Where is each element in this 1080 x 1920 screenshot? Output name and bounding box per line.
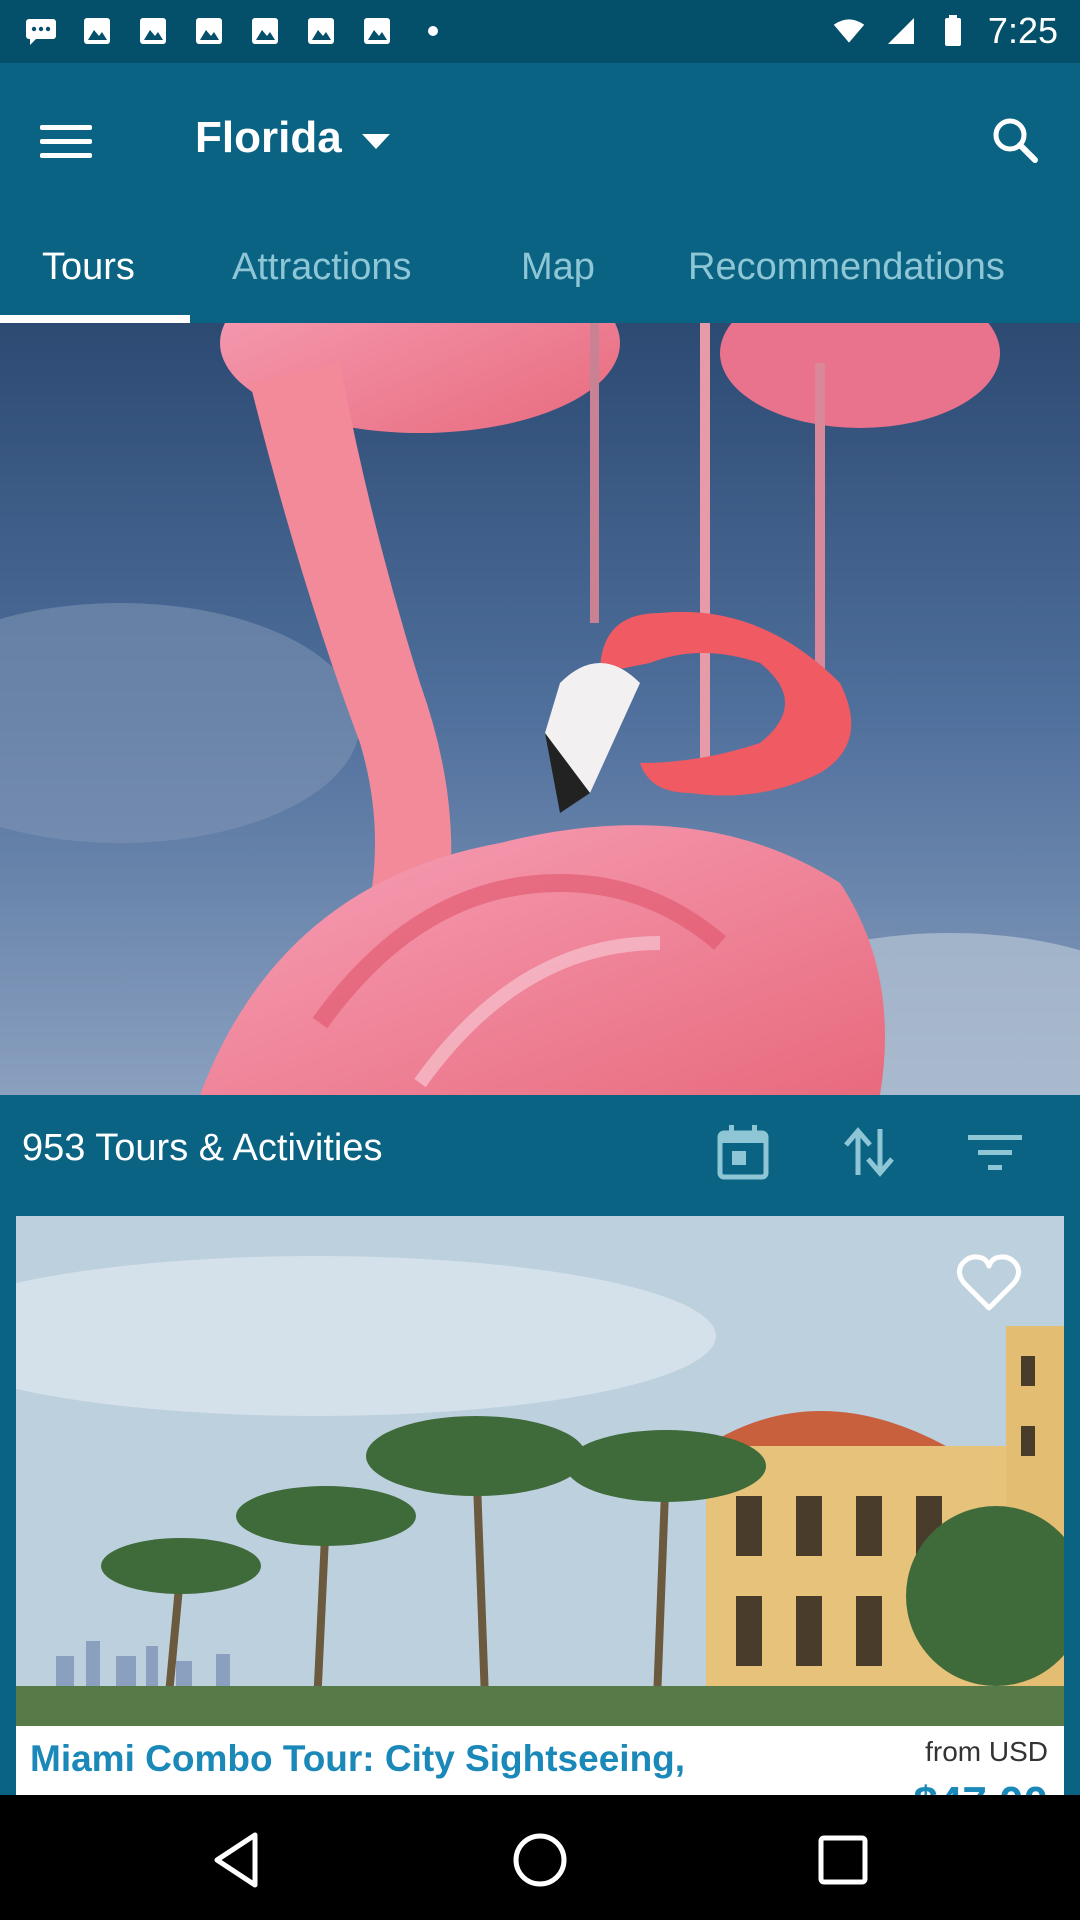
image-icon <box>136 14 170 48</box>
notification-icons <box>24 14 450 48</box>
image-icon <box>192 14 226 48</box>
tab-recommendations[interactable]: Recommendations <box>688 238 1005 323</box>
image-icon <box>248 14 282 48</box>
app-bar: Florida Tours Attractions Map Recommenda… <box>0 63 1080 323</box>
tab-bar: Tours Attractions Map Recommendations <box>0 238 1080 323</box>
location-label: Florida <box>195 113 342 162</box>
tour-list: Miami Combo Tour: City Sightseeing, from… <box>0 1210 1080 1795</box>
dropdown-caret-icon <box>361 133 390 149</box>
system-nav-bar <box>0 1795 1080 1920</box>
favorite-heart-icon[interactable] <box>954 1248 1024 1318</box>
system-status: 7:25 <box>832 10 1058 52</box>
tour-card[interactable]: Miami Combo Tour: City Sightseeing, from… <box>16 1216 1064 1795</box>
status-bar: 7:25 <box>0 0 1080 63</box>
status-time: 7:25 <box>987 10 1058 51</box>
image-icon <box>304 14 338 48</box>
dot-icon <box>416 14 450 48</box>
filter-icon[interactable] <box>964 1121 1026 1183</box>
home-icon[interactable] <box>505 1825 575 1895</box>
price-prefix: from USD <box>925 1736 1048 1767</box>
menu-icon[interactable] <box>40 111 106 171</box>
sort-icon[interactable] <box>838 1121 900 1183</box>
image-icon <box>360 14 394 48</box>
hero-flamingo-image <box>0 323 1080 1095</box>
active-tab-indicator <box>0 315 190 323</box>
tab-attractions[interactable]: Attractions <box>232 238 412 323</box>
back-icon[interactable] <box>205 1825 275 1895</box>
message-icon <box>24 14 58 48</box>
results-toolbar: 953 Tours & Activities <box>0 1095 1080 1210</box>
flamingo-illustration <box>0 323 1080 1095</box>
image-icon <box>80 14 114 48</box>
results-count: 953 Tours & Activities <box>22 1127 383 1169</box>
battery-icon <box>936 14 970 48</box>
wifi-icon <box>832 14 866 48</box>
tab-map[interactable]: Map <box>521 238 595 323</box>
calendar-icon[interactable] <box>712 1121 774 1183</box>
search-icon[interactable] <box>980 105 1050 175</box>
tour-card-image <box>16 1216 1064 1726</box>
recents-icon[interactable] <box>808 1825 878 1895</box>
tour-price: $47.00 <box>913 1778 1048 1795</box>
tab-tours[interactable]: Tours <box>42 238 135 323</box>
tour-title[interactable]: Miami Combo Tour: City Sightseeing, <box>30 1738 770 1780</box>
signal-icon <box>884 14 918 48</box>
location-selector[interactable]: Florida <box>195 113 390 163</box>
miami-villa-illustration <box>16 1216 1064 1726</box>
